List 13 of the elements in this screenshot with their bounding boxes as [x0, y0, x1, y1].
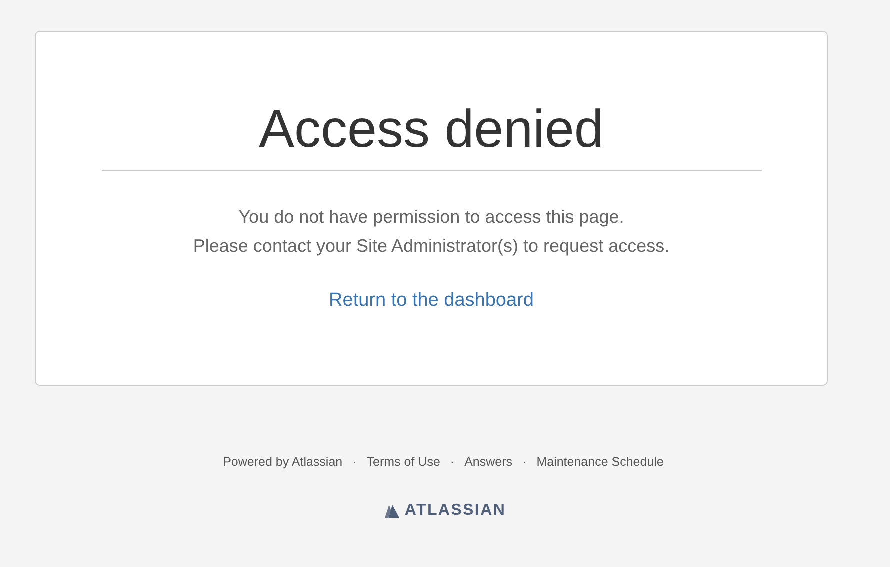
triangle-logo-icon — [384, 504, 400, 518]
separator-dot: · — [450, 455, 455, 469]
footer-link[interactable]: Answers — [464, 455, 513, 469]
message-text: Please contact your Site Administrator(s) to request access. — [193, 235, 670, 258]
message-text: You do not have permission to access this page. — [238, 206, 626, 229]
footer-link[interactable]: Maintenance Schedule — [536, 455, 664, 469]
logo-text: ATLASSIAN — [404, 502, 506, 520]
footer-link[interactable]: Terms of Use — [366, 455, 440, 469]
separator-dot: · — [522, 455, 527, 469]
separator-dot: · — [352, 455, 357, 469]
dashboard-link[interactable]: Return to the dashboard — [329, 290, 534, 312]
footer-link[interactable]: Powered by Atlassian — [223, 455, 343, 469]
page-title: Access denied — [259, 100, 604, 160]
